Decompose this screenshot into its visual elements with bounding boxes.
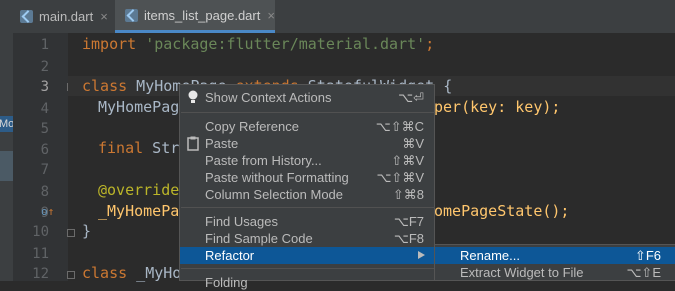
menu-item-paste-from-history[interactable]: Paste from History... ⇧⌘V — [180, 152, 434, 169]
dart-file-icon — [20, 10, 35, 23]
dart-file-icon — [125, 8, 140, 22]
menu-item-find-sample-code[interactable]: Find Sample Code ⌥F8 — [180, 230, 434, 247]
line-number: 10 — [32, 224, 49, 240]
close-icon[interactable]: × — [267, 8, 275, 23]
line-number-gutter: 1 2 3 4 5 6 7 8 9 10 11 12 — [13, 33, 75, 282]
tab-label: main.dart — [39, 9, 94, 24]
line-number: 11 — [32, 246, 49, 262]
code-line-6[interactable]: final Str — [98, 139, 179, 157]
line-number: 12 — [32, 266, 49, 282]
code-line-10[interactable]: } — [82, 222, 91, 240]
menu-item-folding[interactable]: Folding — [180, 274, 434, 291]
menu-item-find-usages[interactable]: Find Usages ⌥F7 — [180, 213, 434, 230]
line-number: 6 — [40, 142, 49, 158]
tool-window-strip: Mo — [0, 33, 16, 281]
code-line-9-end[interactable]: omePageState(); — [434, 202, 569, 220]
tool-window-button[interactable] — [0, 151, 13, 181]
submenu-arrow-icon — [418, 251, 425, 259]
line-number: 5 — [40, 121, 49, 137]
submenu-item-extract-widget-to-file[interactable]: Extract Widget to File ⌥⇧E — [435, 264, 675, 281]
menu-separator — [181, 207, 435, 208]
editor-tab-bar: main.dart × items_list_page.dart × — [0, 0, 675, 33]
line-number: 7 — [40, 162, 49, 178]
editor-context-menu: Show Context Actions ⌥⏎ Copy Reference ⌥… — [179, 84, 435, 290]
fold-icon[interactable] — [67, 229, 75, 237]
menu-item-paste[interactable]: Paste ⌘V — [180, 135, 434, 152]
submenu-item-rename[interactable]: Rename... ⇧F6 — [435, 247, 675, 264]
menu-item-show-context-actions[interactable]: Show Context Actions ⌥⏎ — [180, 89, 434, 106]
line-number: 8 — [40, 184, 49, 200]
bulb-icon — [188, 90, 198, 103]
code-line-4-end[interactable]: per(key: key); — [434, 98, 560, 116]
line-number: 3 — [40, 79, 49, 95]
code-line-1[interactable]: import 'package:flutter/material.dart'; — [82, 35, 434, 53]
code-line-12[interactable]: class _MyHom — [82, 264, 190, 282]
fold-icon[interactable] — [67, 271, 75, 279]
code-line-8[interactable]: @override — [98, 181, 179, 199]
menu-separator — [181, 112, 435, 113]
line-number: 2 — [40, 59, 49, 75]
tab-items-list-page-dart[interactable]: items_list_page.dart × — [115, 0, 275, 33]
clipboard-icon — [187, 136, 199, 151]
code-line-9[interactable]: _MyHomePa — [98, 202, 179, 220]
menu-separator — [181, 268, 435, 269]
menu-item-copy-reference[interactable]: Copy Reference ⌥⇧⌘C — [180, 118, 434, 135]
override-marker-icon[interactable]: o↑ — [41, 205, 54, 218]
tab-main-dart[interactable]: main.dart × — [0, 0, 111, 33]
code-line-4[interactable]: MyHomePage — [98, 98, 188, 116]
close-icon[interactable]: × — [100, 9, 108, 24]
menu-item-paste-without-formatting[interactable]: Paste without Formatting ⌥⇧⌘V — [180, 169, 434, 186]
line-number: 4 — [40, 101, 49, 117]
menu-item-column-selection-mode[interactable]: Column Selection Mode ⇧⌘8 — [180, 186, 434, 203]
refactor-submenu: Rename... ⇧F6 Extract Widget to File ⌥⇧E — [434, 244, 675, 281]
menu-item-refactor[interactable]: Refactor — [180, 247, 434, 264]
line-number: 1 — [40, 37, 49, 53]
tab-label: items_list_page.dart — [144, 7, 261, 23]
